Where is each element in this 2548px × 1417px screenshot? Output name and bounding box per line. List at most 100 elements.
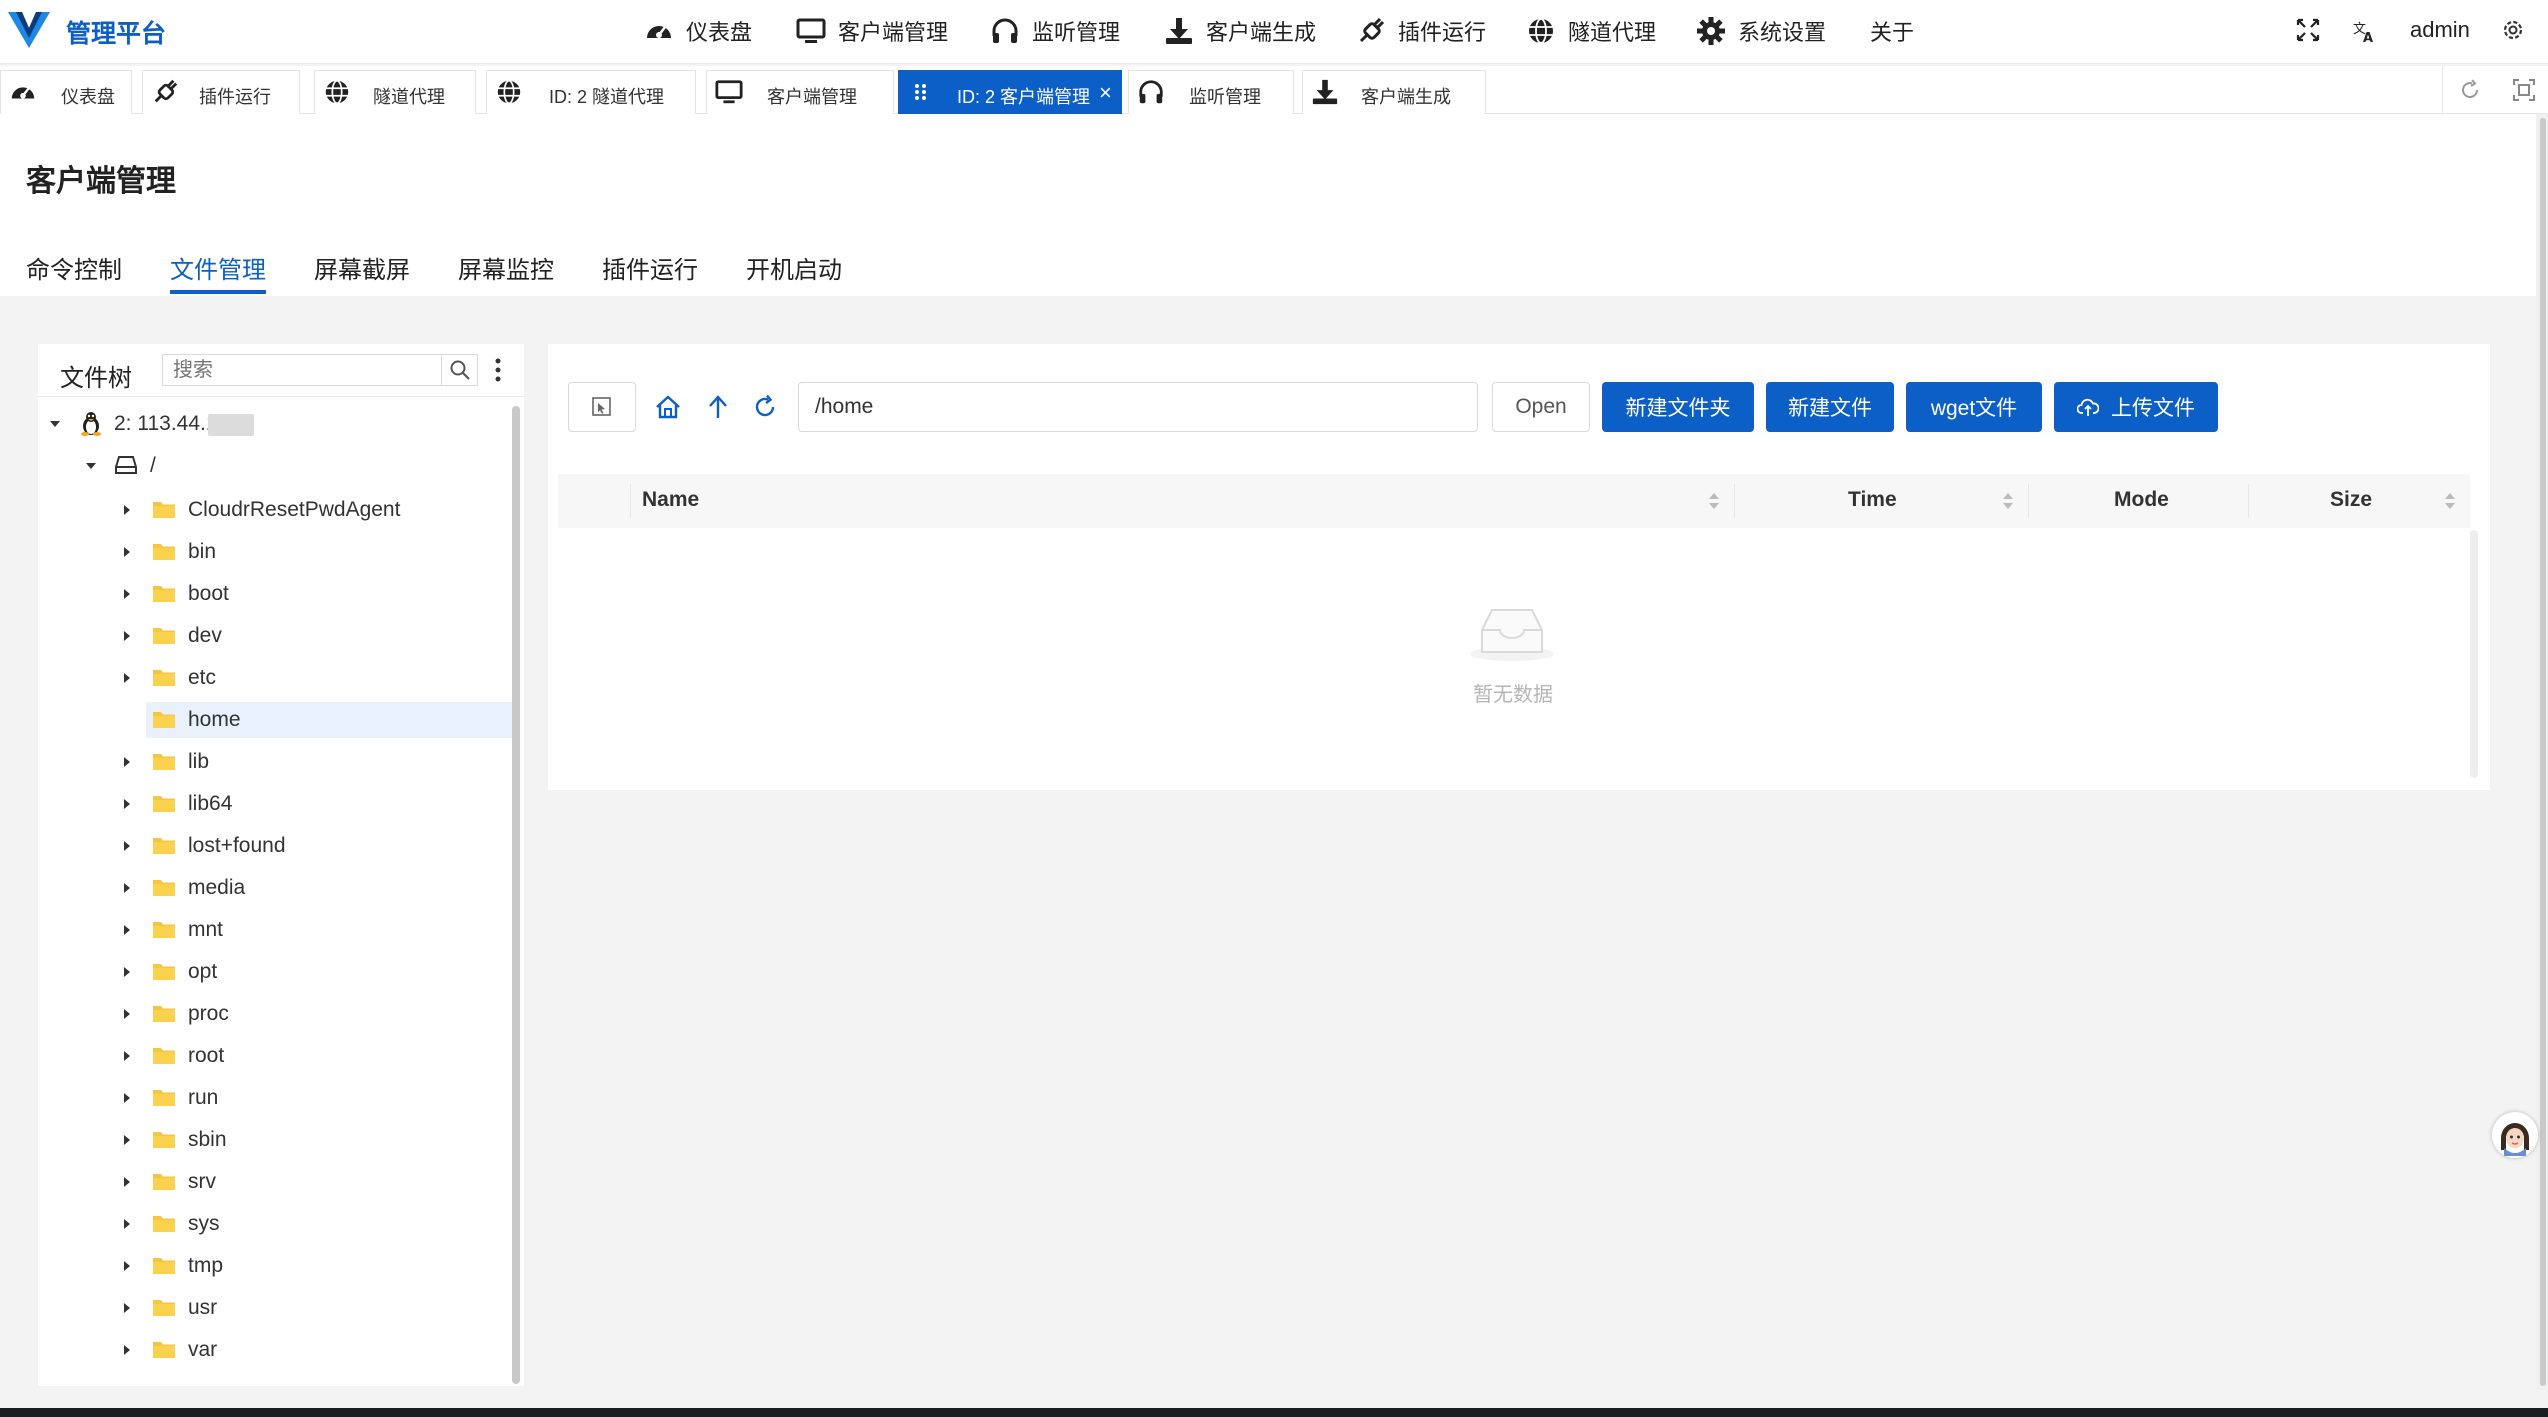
tree-folder-tmp[interactable]: tmp bbox=[38, 1248, 508, 1284]
more-vertical-icon[interactable] bbox=[490, 356, 506, 384]
subtab-screen-monitor[interactable]: 屏幕监控 bbox=[458, 250, 554, 285]
column-mode-header[interactable]: Mode bbox=[2114, 488, 2169, 512]
tab-tunnel-proxy[interactable]: 隧道代理 bbox=[314, 70, 476, 114]
tree-folder-mnt[interactable]: mnt bbox=[38, 912, 508, 948]
tree-folder-root[interactable]: root bbox=[38, 1038, 508, 1074]
arrow-up-icon[interactable] bbox=[706, 394, 730, 420]
select-all-button[interactable] bbox=[568, 382, 636, 432]
open-button[interactable]: Open bbox=[1492, 382, 1590, 432]
caret-right-icon[interactable] bbox=[120, 503, 134, 517]
folder-label: home bbox=[188, 708, 241, 731]
caret-right-icon[interactable] bbox=[120, 1301, 134, 1315]
new-file-button[interactable]: 新建文件 bbox=[1766, 382, 1894, 432]
column-name-header[interactable]: Name bbox=[642, 488, 699, 512]
caret-down-icon[interactable] bbox=[48, 417, 62, 431]
tab-client-generate[interactable]: 客户端生成 bbox=[1302, 70, 1486, 114]
nav-plugin-run[interactable]: 插件运行 bbox=[1356, 12, 1486, 50]
caret-right-icon[interactable] bbox=[120, 1133, 134, 1147]
caret-right-icon[interactable] bbox=[120, 965, 134, 979]
caret-right-icon[interactable] bbox=[120, 1049, 134, 1063]
path-input[interactable] bbox=[798, 382, 1478, 432]
tree-folder-media[interactable]: media bbox=[38, 870, 508, 906]
assistant-avatar[interactable] bbox=[2492, 1112, 2538, 1158]
caret-right-icon[interactable] bbox=[120, 1259, 134, 1273]
caret-right-icon[interactable] bbox=[120, 1007, 134, 1021]
sort-icon[interactable] bbox=[2002, 490, 2014, 512]
user-name[interactable]: admin bbox=[2410, 14, 2470, 46]
nav-client-management[interactable]: 客户端管理 bbox=[796, 12, 948, 50]
tree-folder-lib[interactable]: lib bbox=[38, 744, 508, 780]
tree-folder-lib64[interactable]: lib64 bbox=[38, 786, 508, 822]
tree-folder-var[interactable]: var bbox=[38, 1332, 508, 1368]
tree-folder-srv[interactable]: srv bbox=[38, 1164, 508, 1200]
page-scrollbar[interactable] bbox=[2540, 118, 2546, 1386]
tree-search-input[interactable] bbox=[162, 354, 442, 386]
nav-listener-management[interactable]: 监听管理 bbox=[990, 12, 1120, 50]
nav-system-settings[interactable]: 系统设置 bbox=[1696, 12, 1826, 50]
caret-right-icon[interactable] bbox=[120, 545, 134, 559]
caret-right-icon[interactable] bbox=[120, 881, 134, 895]
tab-dashboard[interactable]: 仪表盘 bbox=[0, 70, 132, 114]
tree-folder-opt[interactable]: opt bbox=[38, 954, 508, 990]
subtab-startup[interactable]: 开机启动 bbox=[746, 250, 842, 285]
tree-folder-sbin[interactable]: sbin bbox=[38, 1122, 508, 1158]
tree-folder-etc[interactable]: etc bbox=[38, 660, 508, 696]
sort-icon[interactable] bbox=[1708, 490, 1720, 512]
refresh-tab-icon[interactable] bbox=[2458, 78, 2482, 102]
caret-right-icon[interactable] bbox=[120, 1175, 134, 1189]
caret-right-icon[interactable] bbox=[120, 839, 134, 853]
home-icon[interactable] bbox=[654, 394, 682, 420]
tree-scrollbar[interactable] bbox=[512, 406, 520, 1384]
caret-right-icon[interactable] bbox=[120, 587, 134, 601]
column-size-header[interactable]: Size bbox=[2330, 488, 2372, 512]
nav-client-generate[interactable]: 客户端生成 bbox=[1164, 12, 1316, 50]
refresh-icon[interactable] bbox=[752, 394, 778, 420]
caret-right-icon[interactable] bbox=[120, 755, 134, 769]
subtab-file-management[interactable]: 文件管理 bbox=[170, 250, 266, 285]
nav-dashboard[interactable]: 仪表盘 bbox=[644, 12, 752, 50]
tree-folder-bin[interactable]: bin bbox=[38, 534, 508, 570]
subtab-plugin-run[interactable]: 插件运行 bbox=[602, 250, 698, 285]
new-folder-button[interactable]: 新建文件夹 bbox=[1602, 382, 1754, 432]
tree-search-button[interactable] bbox=[442, 354, 478, 386]
tab-plugin-run[interactable]: 插件运行 bbox=[142, 70, 300, 114]
nav-about[interactable]: 关于 bbox=[1870, 12, 1914, 50]
fullscreen-icon[interactable] bbox=[2296, 18, 2320, 42]
tree-folder-home[interactable]: home bbox=[38, 702, 512, 738]
tree-folder-run[interactable]: run bbox=[38, 1080, 508, 1116]
tree-folder-sys[interactable]: sys bbox=[38, 1206, 508, 1242]
tree-folder-boot[interactable]: boot bbox=[38, 576, 508, 612]
caret-right-icon[interactable] bbox=[120, 1091, 134, 1105]
tab-listener-management[interactable]: 监听管理 bbox=[1128, 70, 1294, 114]
caret-right-icon[interactable] bbox=[120, 1217, 134, 1231]
tree-folder-dev[interactable]: dev bbox=[38, 618, 508, 654]
tab-close-icon[interactable]: × bbox=[1099, 80, 1112, 106]
subtab-screenshot[interactable]: 屏幕截屏 bbox=[314, 250, 410, 285]
wget-file-button[interactable]: wget文件 bbox=[1906, 382, 2042, 432]
tree-folder-cloudrresetpwdagent[interactable]: CloudrResetPwdAgent bbox=[38, 492, 508, 528]
tab-client-management[interactable]: 客户端管理 bbox=[706, 70, 894, 114]
tab-id2-client-management[interactable]: ID: 2 客户端管理 × bbox=[898, 70, 1122, 114]
nav-tunnel-proxy[interactable]: 隧道代理 bbox=[1526, 12, 1656, 50]
settings-gear-icon[interactable] bbox=[2500, 17, 2526, 43]
tree-node-drive[interactable]: / bbox=[38, 448, 508, 484]
table-scrollbar[interactable] bbox=[2470, 530, 2478, 778]
tree-folder-usr[interactable]: usr bbox=[38, 1290, 508, 1326]
caret-right-icon[interactable] bbox=[120, 1343, 134, 1357]
sort-icon[interactable] bbox=[2444, 490, 2456, 512]
file-tree-title: 文件树 bbox=[60, 365, 132, 392]
caret-right-icon[interactable] bbox=[120, 797, 134, 811]
tab-id2-tunnel-proxy[interactable]: ID: 2 隧道代理 bbox=[486, 70, 696, 114]
upload-file-button[interactable]: 上传文件 bbox=[2054, 382, 2218, 432]
subtab-command-control[interactable]: 命令控制 bbox=[26, 250, 122, 285]
tree-folder-lost-found[interactable]: lost+found bbox=[38, 828, 508, 864]
tree-node-host[interactable]: 2: 113.44.1 bbox=[38, 406, 508, 442]
caret-down-icon[interactable] bbox=[84, 459, 98, 473]
column-time-header[interactable]: Time bbox=[1848, 488, 1897, 512]
caret-right-icon[interactable] bbox=[120, 629, 134, 643]
maximize-content-icon[interactable] bbox=[2512, 78, 2536, 102]
caret-right-icon[interactable] bbox=[120, 671, 134, 685]
translate-icon[interactable]: 文A bbox=[2352, 18, 2378, 44]
tree-folder-proc[interactable]: proc bbox=[38, 996, 508, 1032]
caret-right-icon[interactable] bbox=[120, 923, 134, 937]
